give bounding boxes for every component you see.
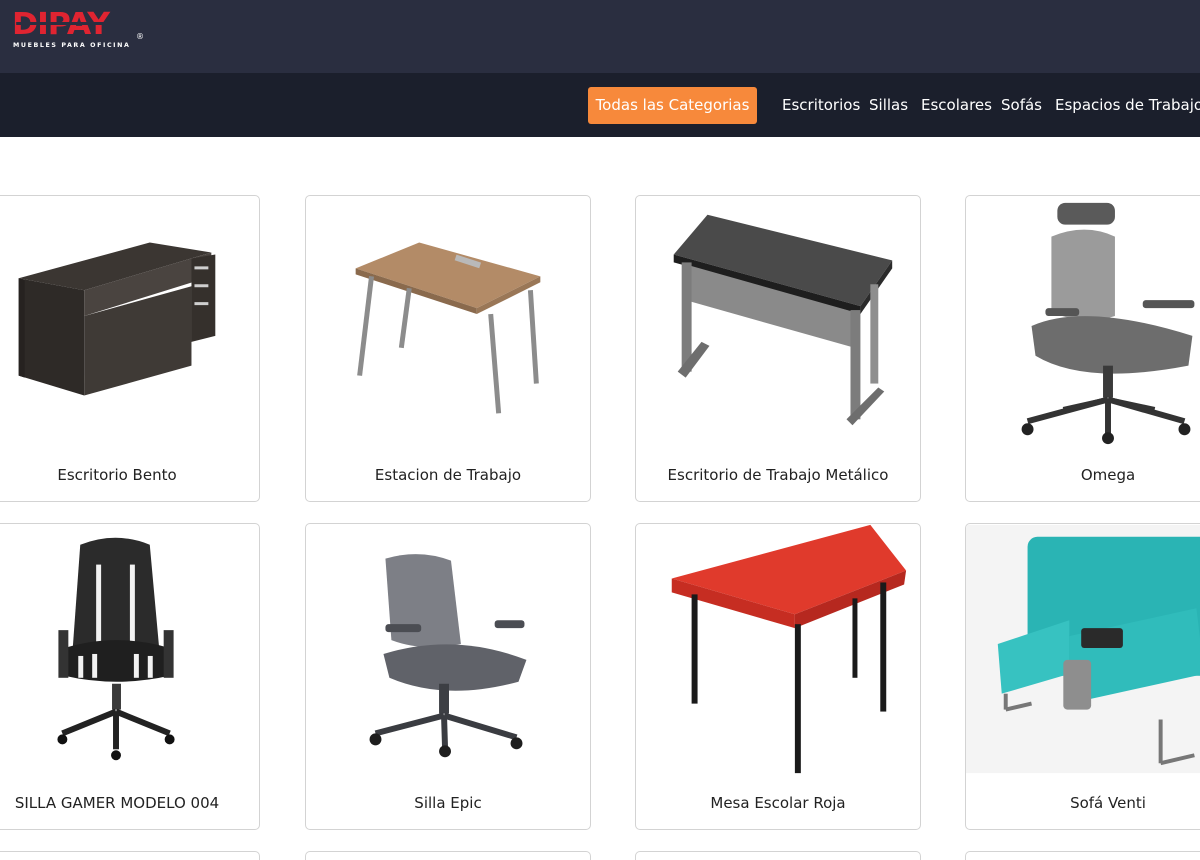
logo-wordmark: DIPAY: [12, 7, 135, 42]
product-card[interactable]: Sofá Venti: [965, 523, 1200, 830]
metal-desk-image: [673, 214, 893, 426]
product-card[interactable]: Escritorio Bento: [0, 195, 260, 502]
product-card[interactable]: Mesa Escolar Roja: [635, 523, 921, 830]
nav-link-espacios-de-trabajo[interactable]: Espacios de Trabajo: [1055, 87, 1200, 124]
nav-link-escritorios[interactable]: Escritorios: [782, 87, 860, 124]
dipay-logo[interactable]: DIPAY ® MUEBLES PARA OFICINA: [12, 7, 144, 52]
category-nav: Todas las Categorias Escritorios Sillas …: [0, 73, 1200, 137]
product-title: Escritorio Bento: [57, 466, 177, 484]
top-header: DIPAY ® MUEBLES PARA OFICINA: [0, 0, 1200, 73]
product-title: SILLA GAMER MODELO 004: [14, 794, 220, 812]
product-title: Omega: [1080, 466, 1136, 484]
product-card-partial[interactable]: [0, 851, 260, 860]
product-card-partial[interactable]: [635, 851, 921, 860]
product-title: Escritorio de Trabajo Metálico: [667, 466, 889, 484]
dark-wood-desk-image: [18, 242, 216, 396]
mesh-office-chair-image: [1021, 202, 1195, 445]
all-categories-button[interactable]: Todas las Categorias: [588, 87, 757, 124]
nav-link-escolares[interactable]: Escolares: [921, 87, 992, 124]
logo-registered-mark: ®: [136, 32, 144, 41]
nav-link-sillas[interactable]: Sillas: [869, 87, 908, 124]
red-school-table-image: [671, 524, 907, 774]
product-title: Sofá Venti: [1070, 794, 1146, 812]
wood-top-desk-image: [355, 242, 541, 414]
product-title: Mesa Escolar Roja: [710, 794, 846, 812]
gamer-chair-image: [57, 537, 175, 761]
product-card[interactable]: Estacion de Trabajo: [305, 195, 591, 502]
gray-mesh-chair-image: [369, 554, 527, 758]
product-card[interactable]: Omega: [965, 195, 1200, 502]
logo-tagline: MUEBLES PARA OFICINA: [13, 42, 131, 49]
product-card[interactable]: Silla Epic: [305, 523, 591, 830]
nav-link-sofas[interactable]: Sofás: [1001, 87, 1042, 124]
product-card-partial[interactable]: [965, 851, 1200, 860]
product-title: Silla Epic: [414, 794, 482, 812]
product-card[interactable]: SILLA GAMER MODELO 004: [0, 523, 260, 830]
product-card-partial[interactable]: [305, 851, 591, 860]
teal-sofa-image: [966, 524, 1200, 774]
product-title: Estacion de Trabajo: [374, 466, 522, 484]
product-card[interactable]: Escritorio de Trabajo Metálico: [635, 195, 921, 502]
